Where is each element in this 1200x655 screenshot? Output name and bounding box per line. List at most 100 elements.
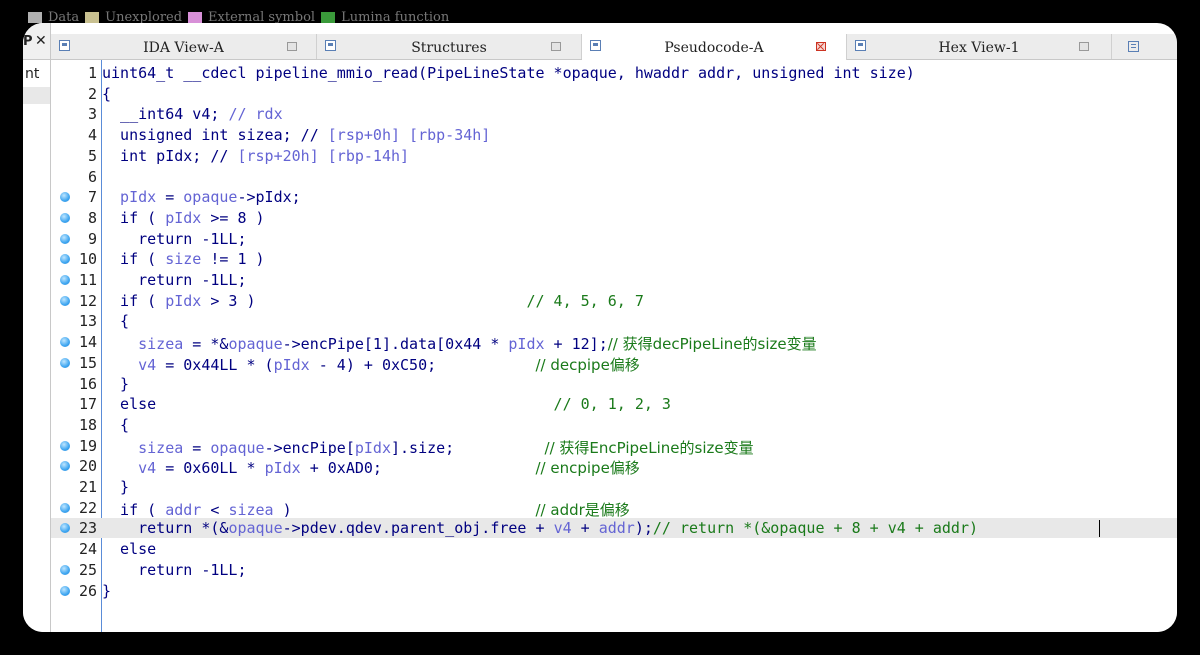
- legend-swatch-data: [28, 11, 42, 23]
- close-tab-icon[interactable]: [551, 42, 561, 51]
- code-line[interactable]: 4 unsigned int sizea; // [rsp+0h] [rbp-3…: [51, 125, 1177, 145]
- code-token: = 0x60LL *: [156, 459, 265, 478]
- code-token: = *&: [183, 335, 229, 354]
- code-variable: pIdx: [264, 459, 301, 478]
- code-line[interactable]: 12 if ( pIdx > 3 ) // 4, 5, 6, 7: [51, 291, 1177, 311]
- more-views-icon[interactable]: [1128, 41, 1139, 52]
- code-token: <: [201, 500, 229, 519]
- code-line[interactable]: 17 else // 0, 1, 2, 3: [51, 394, 1177, 414]
- line-number: 24: [78, 540, 97, 559]
- code-comment: // addr是偏移: [535, 500, 630, 519]
- line-number: 10: [78, 250, 97, 269]
- code-token: else: [102, 540, 157, 559]
- code-text: {: [102, 85, 111, 103]
- code-token: return -1LL;: [102, 560, 247, 579]
- code-line-current[interactable]: 23 return *(&opaque->pdev.qdev.parent_ob…: [51, 518, 1177, 539]
- line-number: 3: [87, 105, 97, 124]
- tab-hex-view[interactable]: Hex View-1: [847, 34, 1112, 59]
- code-token: {: [102, 84, 112, 103]
- code-token: ].size;: [391, 438, 545, 457]
- code-token: + 0xAD0;: [300, 459, 536, 478]
- code-variable: pIdx: [273, 355, 310, 374]
- pane-title: P: [23, 34, 33, 49]
- tab-pseudocode[interactable]: Pseudocode-A: [582, 34, 847, 60]
- code-comment: // return *(&opaque + 8 + v4 + addr): [652, 519, 979, 538]
- code-token: =: [183, 438, 211, 457]
- code-variable: [rsp+0h] [rbp-34h]: [327, 126, 491, 145]
- code-line[interactable]: 22 if ( addr < sizea ) // addr是偏移: [51, 498, 1177, 519]
- code-token: }: [102, 478, 130, 496]
- code-line[interactable]: 24 else: [51, 539, 1177, 559]
- line-number: 15: [78, 353, 97, 372]
- code-variable: pIdx: [508, 335, 545, 354]
- legend-swatch-unexplored: [85, 11, 100, 23]
- line-number: 6: [87, 167, 97, 186]
- code-token: > 3 ): [201, 291, 527, 310]
- code-line[interactable]: 13 {: [51, 311, 1177, 331]
- code-line[interactable]: 18 {: [51, 415, 1177, 435]
- code-line[interactable]: 9 return -1LL;: [51, 229, 1177, 249]
- functions-list-item[interactable]: nt: [25, 66, 39, 82]
- line-number: 5: [87, 146, 97, 165]
- code-line[interactable]: 26}: [51, 581, 1177, 601]
- code-variable: pIdx: [165, 291, 202, 310]
- pseudocode-editor[interactable]: 1 uint64_t __cdecl pipeline_mmio_read(Pip…: [51, 60, 1177, 632]
- code-line[interactable]: 11 return -1LL;: [51, 270, 1177, 290]
- code-variable: pIdx: [102, 188, 157, 207]
- code-variable: opaque: [183, 188, 238, 207]
- code-line[interactable]: 10 if ( size != 1 ): [51, 249, 1177, 269]
- code-line[interactable]: 6: [51, 167, 1177, 187]
- close-tab-icon[interactable]: [816, 42, 826, 51]
- legend-label-external: External symbol: [208, 10, 316, 24]
- code-variable: // rdx: [228, 105, 283, 124]
- code-text: int pIdx; // [rsp+20h] [rbp-14h]: [102, 147, 409, 165]
- code-line[interactable]: 8 if ( pIdx >= 8 ): [51, 208, 1177, 228]
- close-tab-icon[interactable]: [287, 42, 297, 51]
- code-line[interactable]: 3 __int64 v4; // rdx: [51, 104, 1177, 124]
- code-variable: size: [165, 250, 202, 269]
- code-line[interactable]: 7 pIdx = opaque->pIdx;: [51, 187, 1177, 207]
- line-number: 16: [78, 374, 97, 393]
- line-number: 9: [87, 229, 97, 248]
- code-token: ): [273, 500, 536, 519]
- code-comment: // 获得decPipeLine的size变量: [607, 335, 817, 354]
- tab-ida-view[interactable]: IDA View-A: [51, 34, 317, 59]
- code-line[interactable]: 25 return -1LL;: [51, 560, 1177, 580]
- functions-selected-row[interactable]: [23, 87, 50, 104]
- code-variable: v4: [102, 459, 157, 478]
- close-pane-icon[interactable]: ✕: [35, 33, 47, 49]
- code-line[interactable]: 5 int pIdx; // [rsp+20h] [rbp-14h]: [51, 146, 1177, 166]
- code-token: return *(&: [102, 519, 229, 538]
- legend-label-data: Data: [48, 10, 80, 24]
- code-variable: opaque: [210, 438, 265, 457]
- code-token: }: [102, 581, 112, 600]
- code-comment: // decpipe偏移: [535, 355, 640, 374]
- code-line[interactable]: 16 }: [51, 374, 1177, 394]
- code-line[interactable]: 14 sizea = *&opaque->encPipe[1].data[0x4…: [51, 332, 1177, 354]
- tab-label: Hex View-1: [938, 40, 1020, 56]
- code-variable: [rsp+20h] [rbp-14h]: [237, 146, 410, 165]
- code-token: unsigned int sizea; //: [102, 126, 328, 145]
- code-variable: sizea: [102, 335, 184, 354]
- code-line[interactable]: 20 v4 = 0x60LL * pIdx + 0xAD0; // encpip…: [51, 456, 1177, 478]
- code-line[interactable]: 21 }: [51, 477, 1177, 497]
- legend-swatch-lumina: [321, 11, 336, 23]
- code-variable: pIdx: [354, 438, 391, 457]
- tab-label: Structures: [411, 40, 487, 56]
- tab-structures[interactable]: Structures: [317, 34, 582, 59]
- code-text: else // 0, 1, 2, 3: [102, 395, 671, 413]
- code-line[interactable]: 1 uint64_t __cdecl pipeline_mmio_read(Pip…: [51, 63, 1177, 83]
- code-text: return -1LL;: [102, 560, 247, 579]
- code-text: __int64 v4; // rdx: [102, 105, 283, 123]
- code-line[interactable]: 19 sizea = opaque->encPipe[pIdx].size; /…: [51, 436, 1177, 457]
- code-variable: addr: [598, 519, 635, 538]
- code-line[interactable]: 15 v4 = 0x44LL * (pIdx - 4) + 0xC50; // …: [51, 353, 1177, 374]
- code-token: }: [102, 374, 130, 393]
- close-tab-icon[interactable]: [1079, 42, 1089, 51]
- code-token: return -1LL;: [102, 229, 247, 248]
- code-token: =: [156, 188, 184, 207]
- code-token: - 4) + 0xC50;: [309, 355, 536, 374]
- code-variable: opaque: [228, 519, 283, 538]
- code-line[interactable]: 2{: [51, 84, 1177, 104]
- code-token: {: [102, 312, 130, 331]
